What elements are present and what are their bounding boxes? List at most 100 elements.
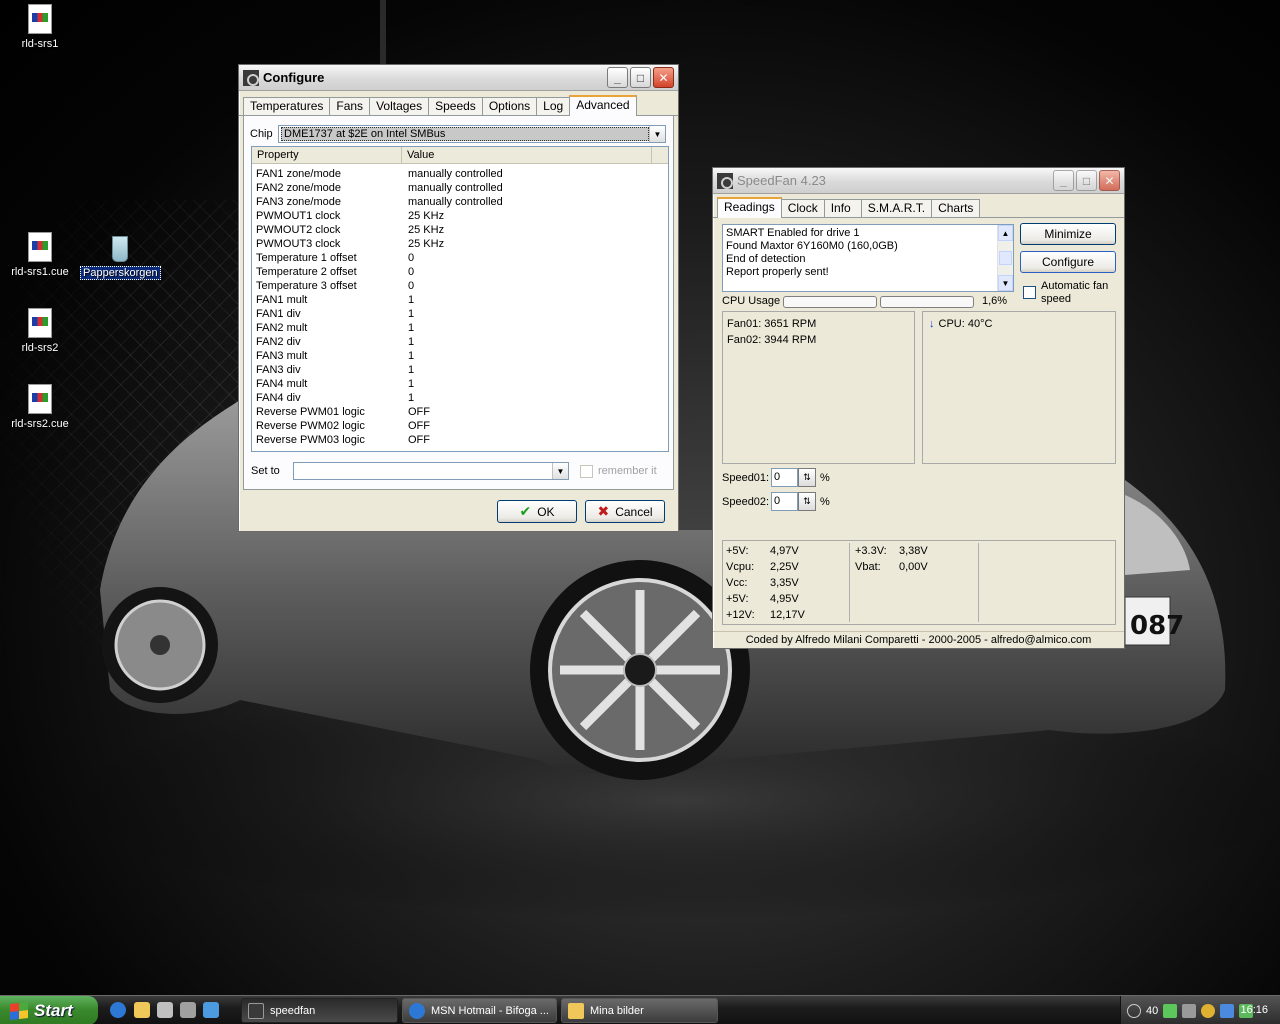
remember-checkbox[interactable]	[580, 464, 593, 478]
chevron-down-icon[interactable]: ▼	[998, 275, 1013, 291]
log-scrollbar[interactable]: ▲ ▼	[997, 225, 1013, 291]
set-to-select[interactable]: ▼	[293, 462, 569, 480]
auto-fan-speed-label: Automatic fan speed	[1041, 280, 1109, 305]
scroll-thumb[interactable]	[999, 251, 1012, 265]
chip-select[interactable]: DME1737 at $2E on Intel SMBus ▼	[278, 125, 666, 143]
taskbar-item-speedfan[interactable]: speedfan	[241, 998, 398, 1023]
tab-fans[interactable]: Fans	[329, 97, 371, 115]
speed02-input[interactable]: 0	[771, 492, 798, 511]
configure-titlebar[interactable]: Configure _ □ ✕	[239, 65, 678, 91]
set-to-row: Set to ▼ remember it	[251, 462, 657, 480]
minimize-icon[interactable]: _	[1053, 170, 1074, 191]
voltage-value: 3,35V	[770, 577, 799, 589]
voltage-value: 4,97V	[770, 545, 799, 557]
tab-options[interactable]: Options	[481, 97, 538, 115]
tab-clock[interactable]: Clock	[780, 199, 825, 217]
table-row[interactable]: Temperature 1 offset 0	[252, 251, 668, 265]
internet-explorer-icon[interactable]	[110, 1002, 126, 1018]
table-row[interactable]: Reverse PWM01 logic OFF	[252, 405, 668, 419]
column-header-property[interactable]: Property	[252, 147, 402, 163]
table-row[interactable]: FAN3 zone/mode manually controlled	[252, 195, 668, 209]
chevron-left-icon[interactable]	[1127, 1003, 1141, 1018]
minimize-icon[interactable]: _	[607, 67, 628, 88]
table-row[interactable]: FAN1 mult 1	[252, 293, 668, 307]
desktop-icon-rld-srs1-cue[interactable]: rld-srs1.cue	[0, 232, 80, 278]
property-value: 25 KHz	[408, 238, 445, 250]
taskbar-item-mina-bilder[interactable]: Mina bilder	[561, 998, 718, 1023]
maximize-icon[interactable]: □	[630, 67, 651, 88]
cpu-usage-value: 1,6%	[982, 295, 1008, 307]
table-row[interactable]: FAN4 mult 1	[252, 377, 668, 391]
folder-icon[interactable]	[134, 1002, 150, 1018]
tab-charts[interactable]: Charts	[931, 199, 981, 217]
property-value: 1	[408, 364, 415, 376]
tray-temperature[interactable]: 40	[1146, 1005, 1158, 1017]
speedfan-titlebar[interactable]: SpeedFan 4.23 _ □ ✕	[713, 168, 1124, 194]
outlook-express-icon[interactable]	[203, 1002, 219, 1018]
network-drive-icon[interactable]	[180, 1002, 196, 1018]
table-row[interactable]: Temperature 2 offset 0	[252, 265, 668, 279]
column-header-value[interactable]: Value	[402, 147, 652, 163]
spin-arrows-icon[interactable]: ⇅	[798, 468, 816, 487]
start-button[interactable]: Start	[0, 996, 98, 1024]
media-file-icon	[28, 308, 52, 338]
close-icon[interactable]: ✕	[653, 67, 674, 88]
table-row[interactable]: PWMOUT3 clock 25 KHz	[252, 237, 668, 251]
table-row[interactable]: FAN2 div 1	[252, 335, 668, 349]
desktop-icon-rld-srs2[interactable]: rld-srs2	[0, 308, 80, 354]
speed01-input[interactable]: 0	[771, 468, 798, 487]
table-row[interactable]: FAN2 zone/mode manually controlled	[252, 181, 668, 195]
table-row[interactable]: PWMOUT1 clock 25 KHz	[252, 209, 668, 223]
table-row[interactable]: FAN1 zone/mode manually controlled	[252, 167, 668, 181]
arrow-down-icon: ↓	[929, 318, 935, 330]
tab-smart[interactable]: S.M.A.R.T.	[860, 199, 933, 217]
taskbar-item-hotmail[interactable]: MSN Hotmail - Bifoga ...	[402, 998, 557, 1023]
table-row[interactable]: FAN1 div 1	[252, 307, 668, 321]
chip-select-value: DME1737 at $2E on Intel SMBus	[281, 127, 649, 141]
property-name: Reverse PWM03 logic	[256, 434, 365, 446]
speedfan-tray-icon[interactable]	[1163, 1003, 1178, 1018]
property-value: 1	[408, 350, 415, 362]
tab-temperatures[interactable]: Temperatures	[243, 97, 331, 115]
table-row[interactable]: FAN3 mult 1	[252, 349, 668, 363]
ok-button[interactable]: ✔ OK	[497, 500, 577, 523]
table-row[interactable]: Reverse PWM02 logic OFF	[252, 419, 668, 433]
tab-speeds[interactable]: Speeds	[428, 97, 483, 115]
drive-icon[interactable]	[157, 1002, 173, 1018]
media-file-icon	[28, 384, 52, 414]
tab-info[interactable]: Info	[823, 199, 862, 217]
configure-button[interactable]: Configure	[1020, 251, 1116, 273]
tab-log[interactable]: Log	[536, 97, 571, 115]
tab-voltages[interactable]: Voltages	[369, 97, 430, 115]
table-row[interactable]: FAN3 div 1	[252, 363, 668, 377]
table-row[interactable]: Temperature 3 offset 0	[252, 279, 668, 293]
minimize-button[interactable]: Minimize	[1020, 223, 1116, 245]
cancel-button[interactable]: ✖ Cancel	[585, 500, 665, 523]
messenger-icon[interactable]	[1220, 1003, 1235, 1018]
voltage-name: Vbat:	[855, 561, 881, 573]
spin-arrows-icon[interactable]: ⇅	[798, 492, 816, 511]
table-row[interactable]: FAN2 mult 1	[252, 321, 668, 335]
table-row[interactable]: FAN4 div 1	[252, 391, 668, 405]
rear-wheel	[102, 587, 218, 703]
property-value: manually controlled	[408, 168, 503, 180]
desktop-icon-recycle-bin[interactable]: Papperskorgen	[80, 232, 161, 280]
speedfan-app-icon	[717, 172, 733, 189]
table-row[interactable]: PWMOUT2 clock 25 KHz	[252, 223, 668, 237]
desktop-icon-rld-srs2-cue[interactable]: rld-srs2.cue	[0, 384, 80, 430]
close-icon[interactable]: ✕	[1099, 170, 1120, 191]
log-box[interactable]: SMART Enabled for drive 1 Found Maxtor 6Y…	[722, 224, 1014, 292]
table-row[interactable]: Reverse PWM03 logic OFF	[252, 433, 668, 447]
chevron-down-icon[interactable]: ▼	[649, 126, 665, 142]
auto-fan-speed-checkbox[interactable]	[1023, 286, 1036, 299]
maximize-icon[interactable]: □	[1076, 170, 1097, 191]
desktop-icon-rld-srs1[interactable]: rld-srs1	[0, 4, 80, 50]
tab-advanced[interactable]: Advanced	[569, 95, 637, 116]
property-table-header: Property Value	[252, 147, 668, 164]
network-icon[interactable]	[1182, 1003, 1197, 1018]
property-value: 1	[408, 294, 415, 306]
tab-readings[interactable]: Readings	[717, 197, 782, 218]
chevron-up-icon[interactable]: ▲	[998, 225, 1013, 241]
chevron-down-icon[interactable]: ▼	[552, 463, 568, 479]
globe-icon[interactable]	[1201, 1003, 1216, 1018]
